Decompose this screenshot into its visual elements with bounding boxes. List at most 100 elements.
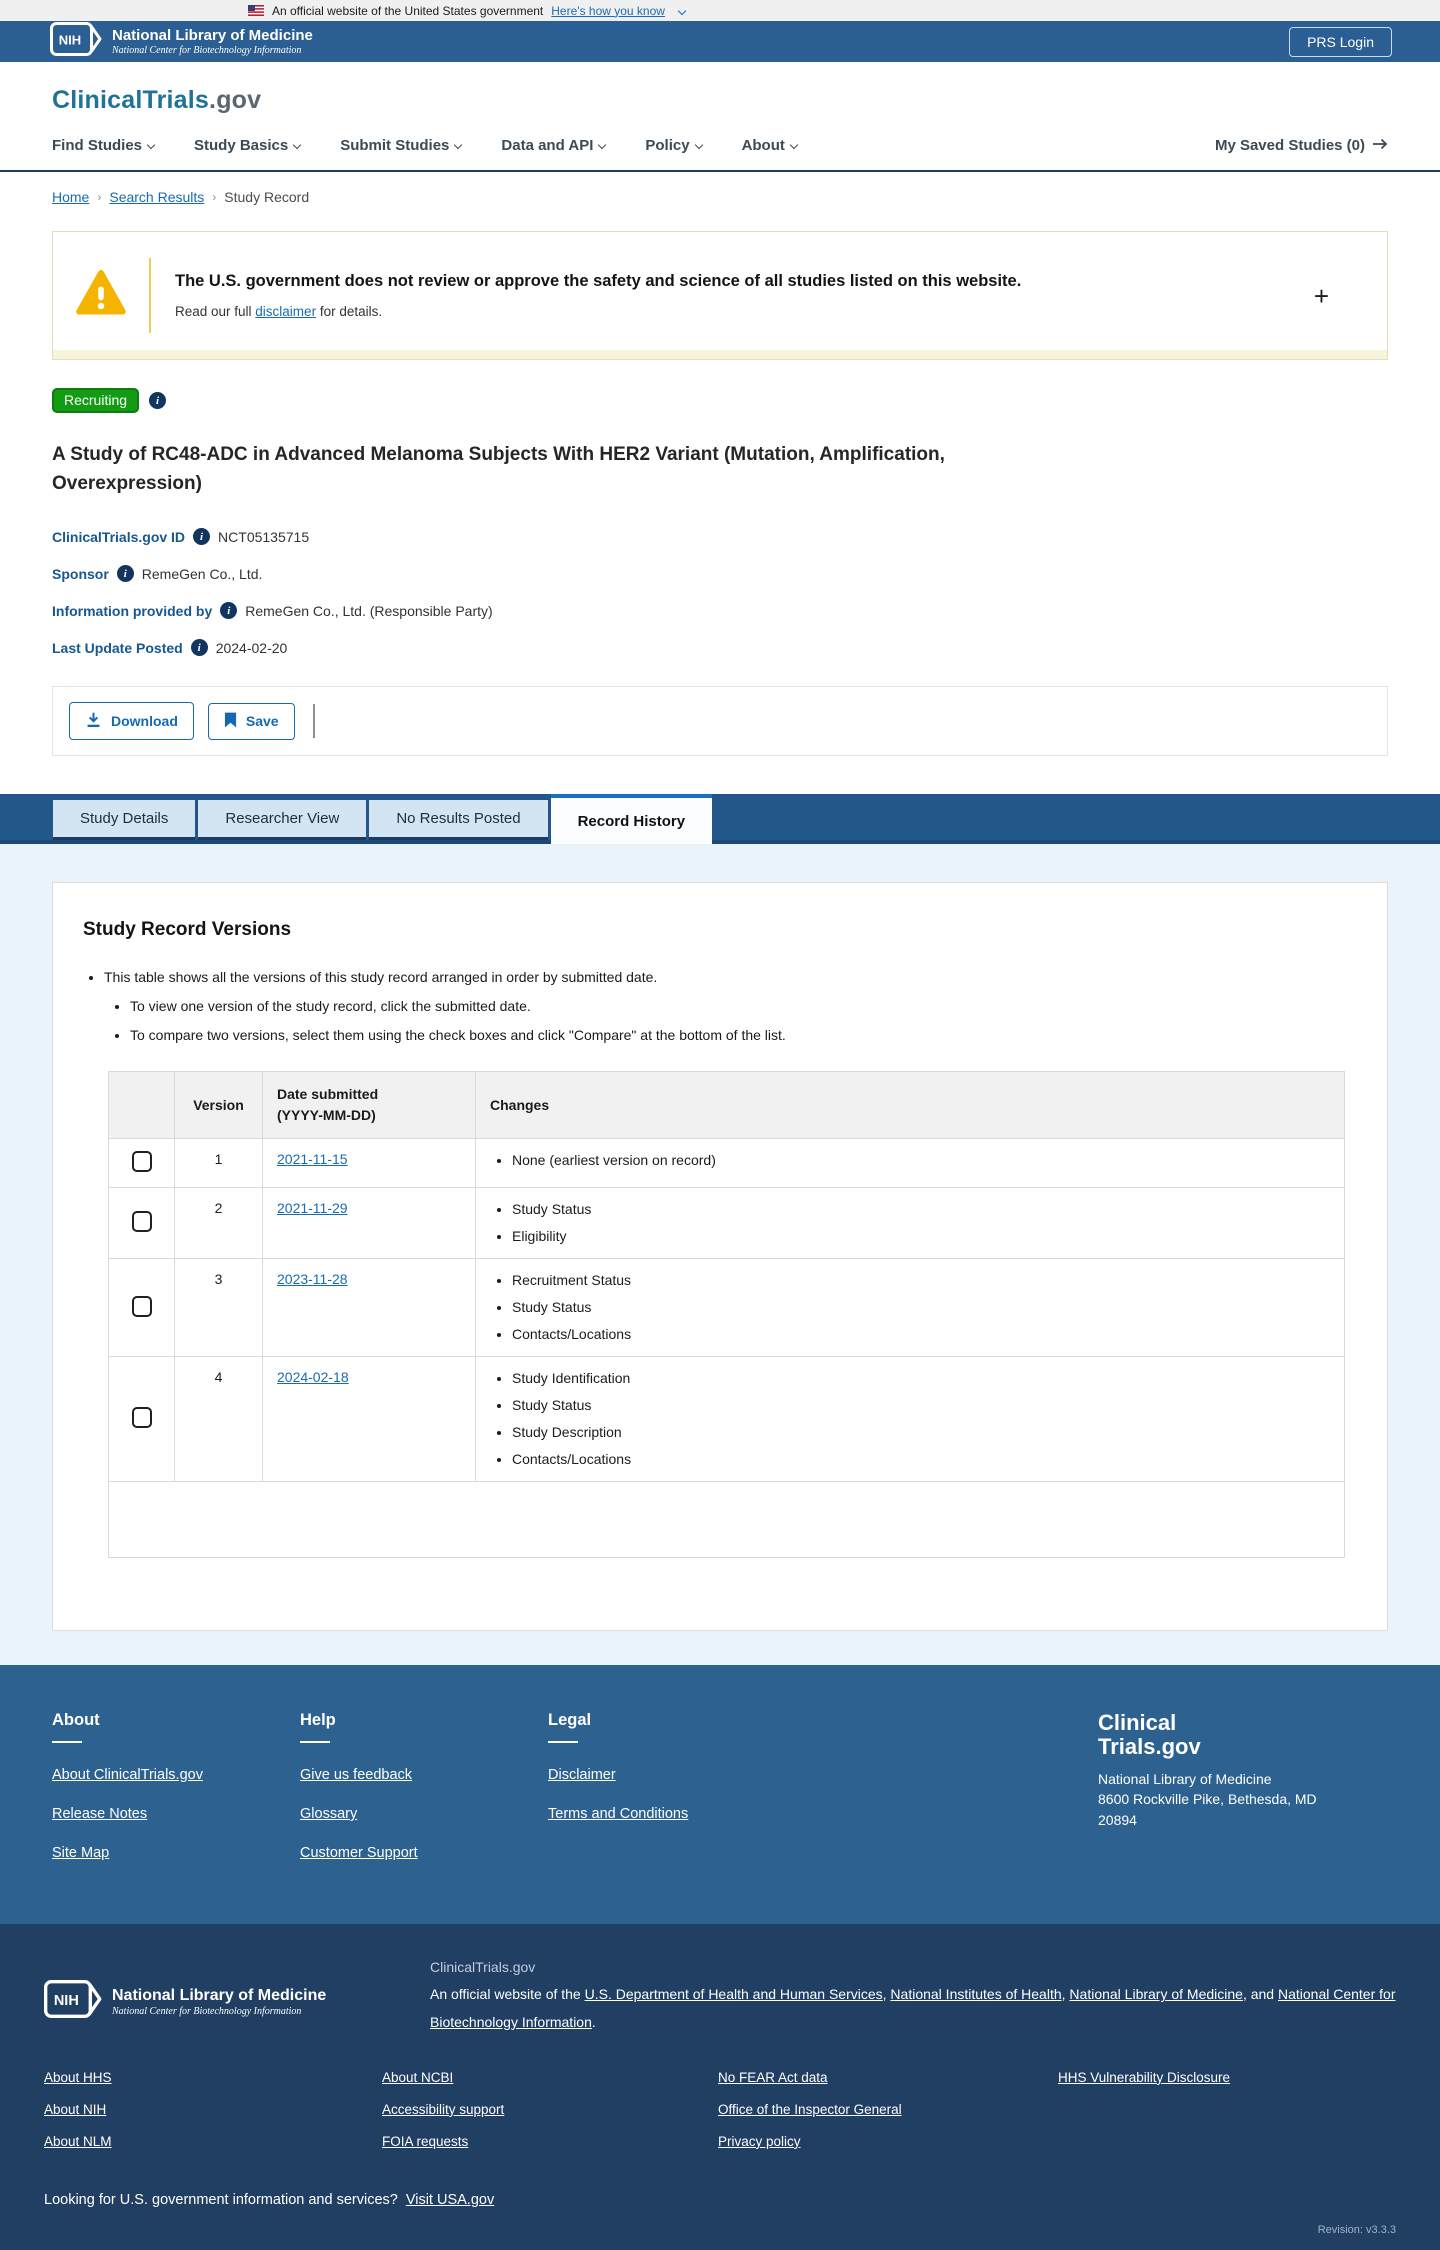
footer-link-customer-support[interactable]: Customer Support: [300, 1845, 418, 1861]
sponsor-value: RemeGen Co., Ltd.: [141, 565, 263, 582]
breadcrumb-home[interactable]: Home: [52, 189, 89, 205]
nih-logo-icon: NIH: [50, 22, 102, 61]
nav-policy[interactable]: Policy: [645, 137, 703, 154]
disclaimer-link[interactable]: disclaimer: [255, 304, 316, 319]
site-header: ClinicalTrials.gov Find Studies Study Ba…: [0, 62, 1440, 172]
version-3-date-link[interactable]: 2023-11-28: [277, 1271, 348, 1287]
info-icon[interactable]: i: [149, 392, 167, 409]
government-disclaimer-alert: The U.S. government does not review or a…: [52, 231, 1388, 360]
arrow-right-icon: [1372, 137, 1388, 154]
prs-login-button[interactable]: PRS Login: [1289, 26, 1392, 57]
version-number: 3: [174, 1258, 263, 1357]
status-badge: Recruiting: [52, 388, 140, 413]
tab-researcher-view[interactable]: Researcher View: [198, 800, 367, 840]
nlm-title: National Library of Medicine: [112, 1987, 327, 2005]
checkbox-column-header: [108, 1071, 175, 1139]
breadcrumb-separator: ›: [97, 190, 102, 204]
tab-record-history[interactable]: Record History: [550, 794, 713, 844]
version-number: 4: [174, 1356, 263, 1482]
nlm-link[interactable]: National Library of Medicine: [1069, 1986, 1243, 2002]
divider: [312, 704, 315, 738]
footer-link-no-fear[interactable]: No FEAR Act data: [718, 2070, 828, 2085]
info-icon[interactable]: i: [193, 528, 211, 545]
version-1-checkbox[interactable]: [131, 1151, 152, 1172]
footer-link-feedback[interactable]: Give us feedback: [300, 1767, 412, 1783]
version-2-checkbox[interactable]: [131, 1211, 152, 1232]
expand-icon[interactable]: +: [1314, 283, 1329, 309]
chevron-down-icon: [454, 140, 463, 150]
info-icon[interactable]: i: [190, 639, 208, 656]
instruction-item: To view one version of the study record,…: [130, 998, 1357, 1014]
footer-link-foia[interactable]: FOIA requests: [382, 2134, 468, 2149]
usa-gov-line: Looking for U.S. government information …: [44, 2191, 495, 2208]
footer-heading: About: [52, 1711, 100, 1729]
footer-link-about-nlm[interactable]: About NLM: [44, 2134, 112, 2149]
footer-link-oig[interactable]: Office of the Inspector General: [718, 2102, 902, 2117]
info-icon[interactable]: i: [116, 565, 134, 582]
alert-text: Read our full disclaimer for details.: [175, 304, 383, 319]
changes-list: Study Identification Study Status Study …: [490, 1370, 1330, 1467]
version-3-checkbox[interactable]: [131, 1295, 152, 1317]
footer-link-privacy[interactable]: Privacy policy: [718, 2134, 801, 2149]
page-title: A Study of RC48-ADC in Advanced Melanoma…: [52, 444, 945, 494]
table-row: 4 2024-02-18 Study Identification Study …: [108, 1356, 1345, 1482]
info-provided-label: Information provided by: [52, 602, 213, 619]
ncbi-subtitle: National Center for Biotechnology Inform…: [112, 44, 302, 56]
footer-link-about-clinicaltrials[interactable]: About ClinicalTrials.gov: [52, 1767, 203, 1783]
nav-submit-studies[interactable]: Submit Studies: [340, 137, 463, 154]
download-button[interactable]: Download: [69, 702, 194, 740]
visit-usa-gov-link[interactable]: Visit USA.gov: [406, 2192, 494, 2208]
footer-link-site-map[interactable]: Site Map: [52, 1845, 109, 1861]
breadcrumb-search-results[interactable]: Search Results: [109, 189, 204, 205]
footer-link-about-hhs[interactable]: About HHS: [44, 2070, 112, 2085]
footer-link-disclaimer[interactable]: Disclaimer: [548, 1767, 616, 1783]
table-row: 3 2023-11-28 Recruitment Status Study St…: [108, 1258, 1345, 1357]
record-history-panel: Study Record Versions This table shows a…: [0, 844, 1440, 1665]
footer-link-release-notes[interactable]: Release Notes: [52, 1806, 147, 1822]
main-nav: Find Studies Study Basics Submit Studies…: [52, 137, 1388, 154]
version-2-date-link[interactable]: 2021-11-29: [277, 1200, 348, 1216]
breadcrumb-separator: ›: [212, 190, 217, 204]
warning-icon: [75, 267, 127, 324]
nav-about[interactable]: About: [742, 137, 799, 154]
changes-column-header: Changes: [475, 1071, 1345, 1139]
versions-table: Version Date submitted (YYYY-MM-DD) Chan…: [108, 1071, 1345, 1558]
svg-text:NIH: NIH: [54, 1994, 79, 2010]
nav-data-api[interactable]: Data and API: [501, 137, 607, 154]
study-tabs: Study Details Researcher View No Results…: [0, 794, 1440, 844]
my-saved-studies-link[interactable]: My Saved Studies (0): [1215, 137, 1388, 154]
status-row: Recruiting i: [52, 388, 1388, 413]
svg-text:NIH: NIH: [59, 33, 81, 48]
hhs-link[interactable]: U.S. Department of Health and Human Serv…: [585, 1986, 883, 2002]
footer-link-accessibility[interactable]: Accessibility support: [382, 2102, 504, 2117]
nih-link[interactable]: National Institutes of Health: [890, 1986, 1061, 2002]
nav-find-studies[interactable]: Find Studies: [52, 137, 156, 154]
version-4-checkbox[interactable]: [131, 1407, 152, 1428]
version-1-date-link[interactable]: 2021-11-15: [277, 1151, 348, 1167]
footer-link-vulnerability[interactable]: HHS Vulnerability Disclosure: [1058, 2070, 1230, 2085]
meta-info-provided-row: Information provided by i RemeGen Co., L…: [52, 602, 1388, 619]
revision-label: Revision: v3.3.3: [1317, 2223, 1396, 2236]
instruction-item: To compare two versions, select them usi…: [130, 1027, 1357, 1043]
nav-study-basics[interactable]: Study Basics: [194, 137, 302, 154]
clinicaltrials-logo[interactable]: ClinicalTrials.gov: [52, 86, 1388, 115]
footer-about-column: About About ClinicalTrials.gov Release N…: [52, 1711, 300, 1884]
version-number: 2: [174, 1187, 263, 1259]
chevron-down-icon: [292, 140, 302, 150]
footer-link-about-nih[interactable]: About NIH: [44, 2102, 106, 2117]
footer: About About ClinicalTrials.gov Release N…: [0, 1665, 1440, 1924]
nih-header: NIH National Library of Medicine Nationa…: [0, 21, 1440, 62]
footer-link-glossary[interactable]: Glossary: [300, 1806, 357, 1822]
info-icon[interactable]: i: [220, 602, 238, 619]
tab-study-details[interactable]: Study Details: [53, 800, 196, 840]
divider: [52, 1741, 82, 1743]
footer-link-terms[interactable]: Terms and Conditions: [548, 1806, 688, 1822]
instructions-list: This table shows all the versions of thi…: [83, 969, 1357, 1043]
save-button[interactable]: Save: [207, 702, 295, 740]
info-provided-value: RemeGen Co., Ltd. (Responsible Party): [245, 602, 493, 619]
tab-no-results-posted[interactable]: No Results Posted: [369, 800, 548, 840]
divider: [300, 1741, 330, 1743]
footer-link-about-ncbi[interactable]: About NCBI: [382, 2070, 453, 2085]
how-you-know-link[interactable]: Here's how you know: [551, 4, 665, 18]
version-4-date-link[interactable]: 2024-02-18: [277, 1369, 349, 1385]
